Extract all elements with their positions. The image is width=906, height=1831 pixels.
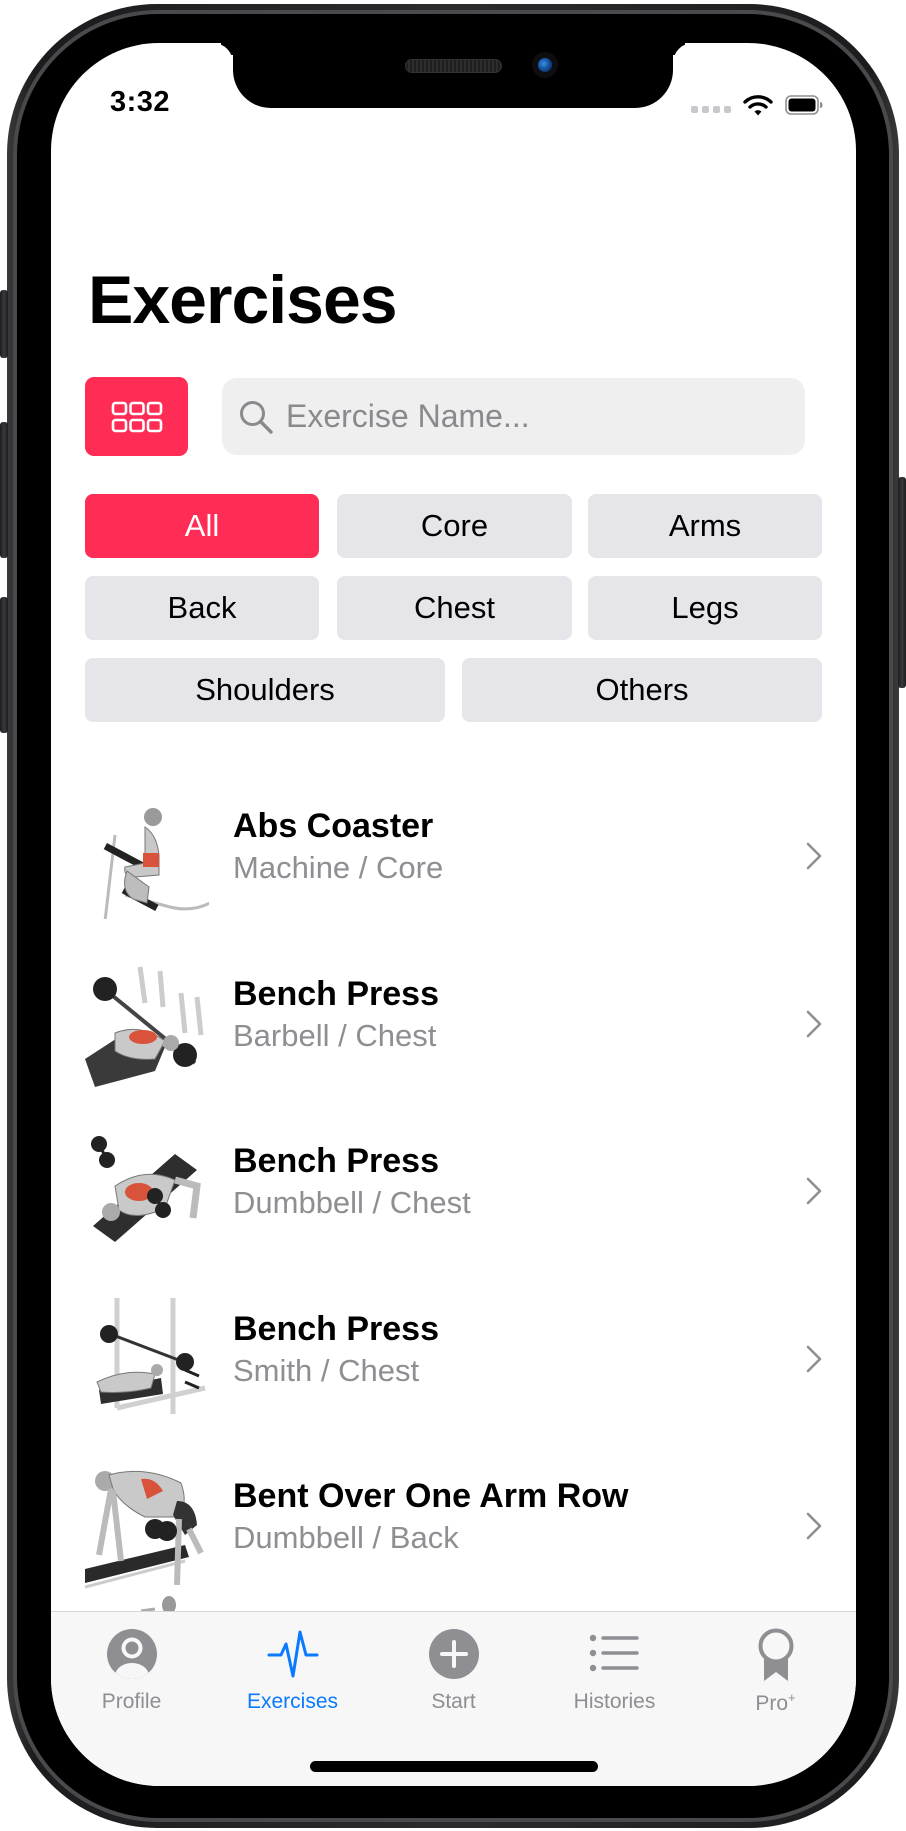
tab-label: Pro+ [755, 1690, 796, 1715]
tab-start[interactable]: Start [373, 1612, 534, 1732]
filter-chip-arms[interactable]: Arms [588, 494, 822, 558]
tab-label: Start [431, 1690, 476, 1713]
exercise-name: Abs Coaster [233, 807, 434, 845]
exercise-thumbnail [96, 1298, 206, 1414]
exercise-category: Machine / Core [233, 850, 444, 885]
home-indicator[interactable] [310, 1761, 598, 1772]
exercise-category: Smith / Chest [233, 1353, 420, 1388]
exercise-thumbnail [103, 808, 209, 919]
search-icon [240, 400, 273, 434]
screen: 3:32 Exercises All C [51, 43, 856, 1786]
exercise-name: Bench Press [233, 1142, 439, 1180]
exercise-row[interactable]: Bench Press Dumbbell / Chest [85, 1110, 822, 1270]
grid-icon [111, 401, 162, 432]
power-button [898, 477, 906, 688]
exercise-category: Barbell / Chest [233, 1018, 437, 1053]
heartbeat-icon [267, 1630, 318, 1678]
mute-switch [0, 290, 8, 358]
filter-chip-legs[interactable]: Legs [588, 576, 822, 640]
chevron-right-icon [806, 1345, 822, 1373]
filter-chip-core[interactable]: Core [337, 494, 572, 558]
volume-down-button [0, 597, 8, 733]
chevron-right-icon [806, 1010, 822, 1038]
exercise-name: Bench Press [233, 975, 439, 1013]
plus-circle-icon [428, 1629, 479, 1679]
cellular-signal-dots-icon [691, 106, 731, 113]
list-icon [589, 1634, 639, 1672]
tab-bar: Profile Exercises Start Histories Pro+ [51, 1611, 856, 1786]
exercise-thumbnail [85, 966, 204, 1087]
filter-chip-chest[interactable]: Chest [337, 576, 572, 640]
grid-view-toggle-button[interactable] [85, 377, 188, 456]
status-time: 3:32 [110, 86, 171, 118]
tab-label: Profile [101, 1690, 162, 1713]
exercise-row[interactable]: Abs Coaster Machine / Core [85, 775, 822, 935]
volume-up-button [0, 422, 8, 558]
exercise-thumbnail [85, 1470, 204, 1589]
exercise-row[interactable]: Bench Press Smith / Chest [85, 1278, 822, 1438]
chevron-right-icon [806, 1512, 822, 1540]
filter-chip-shoulders[interactable]: Shoulders [85, 658, 445, 722]
filter-chip-others[interactable]: Others [462, 658, 822, 722]
tab-pro[interactable]: Pro+ [695, 1612, 856, 1732]
exercise-row[interactable]: Bench Press Barbell / Chest [85, 943, 822, 1103]
chevron-right-icon [806, 1177, 822, 1205]
profile-icon [106, 1629, 157, 1679]
filter-chip-back[interactable]: Back [85, 576, 319, 640]
earpiece-speaker [405, 59, 502, 73]
exercise-name: Bench Press [233, 1310, 439, 1348]
search-input[interactable] [284, 397, 788, 436]
tab-profile[interactable]: Profile [51, 1612, 212, 1732]
tab-label: Histories [573, 1690, 656, 1713]
exercise-name: Bent Over One Arm Row [233, 1477, 629, 1515]
exercise-row[interactable]: Bent Over One Arm Row Dumbbell / Back [85, 1445, 822, 1605]
wifi-icon [743, 95, 773, 116]
page-title: Exercises [88, 262, 398, 338]
front-camera [532, 52, 558, 78]
tab-histories[interactable]: Histories [534, 1612, 695, 1732]
search-field[interactable] [222, 378, 805, 455]
exercise-thumbnail [91, 1136, 201, 1242]
tab-exercises[interactable]: Exercises [212, 1612, 373, 1732]
filter-chip-all[interactable]: All [85, 494, 319, 558]
exercise-category: Dumbbell / Chest [233, 1185, 471, 1220]
battery-icon [785, 95, 823, 115]
award-ribbon-icon [758, 1628, 793, 1681]
chevron-right-icon [806, 842, 822, 870]
notch [233, 30, 673, 108]
exercise-category: Dumbbell / Back [233, 1520, 459, 1555]
tab-label: Exercises [246, 1690, 339, 1713]
